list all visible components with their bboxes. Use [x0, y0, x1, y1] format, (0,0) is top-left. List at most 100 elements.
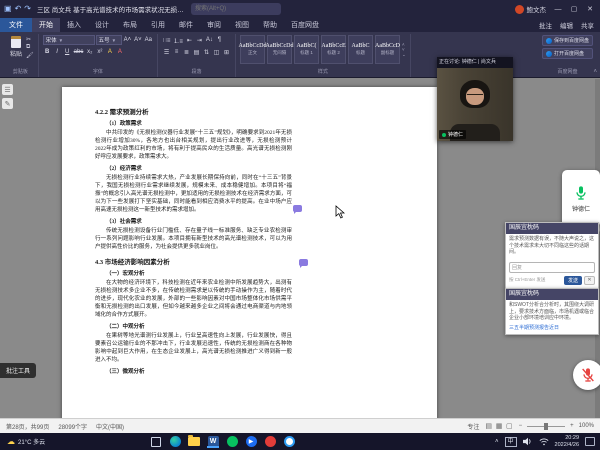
language-indicator[interactable]: 中文(中国)	[96, 422, 124, 431]
zoom-out-button[interactable]: −	[519, 423, 523, 429]
page-indicator[interactable]: 第28页，共99页	[6, 422, 49, 431]
shrink-font-button[interactable]: A˅	[133, 35, 143, 45]
file-explorer-icon[interactable]	[188, 436, 200, 448]
styles-more-icon[interactable]: ⌄	[402, 52, 406, 58]
style-title[interactable]: AaBbC 标题	[348, 35, 373, 64]
style-normal[interactable]: AaBbCcDd 正文	[240, 35, 265, 64]
word-count[interactable]: 28099个字	[58, 422, 87, 431]
tab-mailings[interactable]: 邮件	[172, 18, 200, 32]
paste-button[interactable]: 粘贴	[7, 35, 25, 59]
font-color-button[interactable]: A	[115, 47, 124, 57]
undo-icon[interactable]: ↶	[15, 5, 22, 13]
reply-cancel-button[interactable]: ✕	[584, 276, 595, 285]
comment-marker-icon[interactable]	[293, 205, 302, 212]
shading-icon[interactable]: ◫	[212, 47, 221, 57]
superscript-button[interactable]: x²	[95, 47, 104, 57]
grow-font-button[interactable]: A˄	[123, 35, 133, 45]
edge-icon[interactable]	[169, 436, 181, 448]
close-button[interactable]: ✕	[582, 0, 598, 18]
read-mode-icon[interactable]: ▤	[484, 423, 493, 430]
tab-references[interactable]: 引用	[144, 18, 172, 32]
bold-button[interactable]: B	[43, 47, 52, 57]
borders-icon[interactable]: ⊞	[222, 47, 231, 57]
zoom-level[interactable]: 100%	[579, 423, 594, 429]
copy-icon[interactable]: ⧉	[26, 44, 34, 51]
format-painter-icon[interactable]: 🖌	[26, 52, 34, 59]
tab-baidu-netdisk[interactable]: 百度网盘	[284, 18, 326, 32]
edit-tool-button[interactable]: ✎	[2, 98, 13, 109]
zoom-slider[interactable]	[527, 426, 565, 427]
highlight-color-button[interactable]: A	[105, 47, 114, 57]
redo-icon[interactable]: ↷	[24, 5, 31, 13]
document-page[interactable]: 4.2.2 需求预测分析 （1）政策需求 中共印发的《无损检测仪器行业发展“十三…	[62, 87, 437, 418]
web-layout-icon[interactable]: ▢	[505, 423, 514, 430]
weather-widget[interactable]: ☁ 21°C 多云	[0, 433, 52, 450]
styles-gallery-scroll[interactable]: ˄ ˅ ⌄	[402, 41, 406, 59]
comment-marker-icon[interactable]	[299, 259, 308, 266]
save-icon[interactable]: ▣	[4, 5, 12, 13]
ime-indicator[interactable]: 中	[505, 437, 517, 447]
zoom-slider-thumb[interactable]	[544, 423, 548, 430]
tab-home[interactable]: 开始	[32, 18, 60, 32]
mic-status-panel[interactable]: 钟德仁	[562, 170, 600, 227]
print-layout-icon[interactable]: ▦	[495, 423, 504, 430]
reply-send-button[interactable]: 发送	[564, 276, 582, 285]
underline-button[interactable]: U	[63, 47, 72, 57]
comment-link[interactable]: 三五半期预测报告近日	[509, 324, 595, 331]
tab-file[interactable]: 文件	[0, 18, 32, 32]
minimize-button[interactable]: —	[550, 0, 566, 18]
pilcrow-icon[interactable]: ¶	[215, 35, 224, 45]
comment-reply-input[interactable]	[509, 262, 595, 273]
tab-insert[interactable]: 插入	[60, 18, 88, 32]
hidden-icons-chevron[interactable]: ˄	[495, 439, 499, 445]
notification-center-icon[interactable]	[585, 437, 595, 446]
zoom-in-button[interactable]: +	[570, 423, 574, 429]
line-spacing-icon[interactable]: ⇅	[202, 47, 211, 57]
font-family-select[interactable]: 宋体 ▼	[43, 35, 95, 45]
user-chip[interactable]: 鲍文杰	[515, 4, 547, 14]
comments-button[interactable]: 批注	[539, 20, 552, 30]
share-button[interactable]: 共享	[581, 20, 594, 30]
baidu-netdisk-icon[interactable]	[283, 436, 295, 448]
justify-icon[interactable]: ▤	[192, 47, 201, 57]
collapse-ribbon-icon[interactable]: ˄	[593, 69, 597, 75]
strikethrough-button[interactable]: abc	[73, 47, 85, 57]
tab-design[interactable]: 设计	[88, 18, 116, 32]
page-text[interactable]: 4.2.2 需求预测分析 （1）政策需求 中共印发的《无损检测仪器行业发展“十三…	[95, 101, 292, 377]
focus-mode-button[interactable]: 专注	[467, 422, 479, 431]
task-view-icon[interactable]	[150, 436, 162, 448]
save-to-netdisk-button[interactable]: 保存到百度网盘	[542, 35, 593, 46]
sort-icon[interactable]: A↓	[205, 35, 214, 45]
wechat-icon[interactable]	[226, 436, 238, 448]
align-left-icon[interactable]: ☰	[162, 47, 171, 57]
bullets-icon[interactable]: ∷≡	[162, 35, 171, 45]
mute-toggle-button[interactable]	[573, 360, 600, 390]
editing-mode-button[interactable]: 编辑	[560, 20, 573, 30]
decrease-indent-icon[interactable]: ⇤	[185, 35, 194, 45]
style-heading1[interactable]: AaBbC( 标题 1	[294, 35, 319, 64]
tab-help[interactable]: 帮助	[256, 18, 284, 32]
increase-indent-icon[interactable]: ⇥	[195, 35, 204, 45]
align-right-icon[interactable]: ≣	[182, 47, 191, 57]
style-no-spacing[interactable]: AaBbCcDd 无间隔	[267, 35, 292, 64]
comment-card[interactable]: 国辰宜枕码 需求预测数据有误，不随大声说之，这个技术需求未大切不同临这些的话期间…	[505, 222, 599, 289]
search-input[interactable]	[191, 3, 281, 15]
open-netdisk-button[interactable]: 打开百度网盘	[542, 48, 593, 59]
volume-icon[interactable]	[523, 437, 533, 446]
tencent-meeting-icon[interactable]: ▶	[245, 436, 257, 448]
align-center-icon[interactable]: ≡	[172, 47, 181, 57]
change-case-button[interactable]: Aa	[144, 35, 153, 45]
network-icon[interactable]	[539, 437, 549, 446]
style-heading2[interactable]: AaBbCcE 标题 2	[321, 35, 346, 64]
meeting-video-window[interactable]: 正在讨论: 钟德仁 | 尚文兵 钟德仁	[437, 57, 513, 141]
word-icon[interactable]: W	[207, 436, 219, 448]
nav-pane-button[interactable]: ☰	[2, 84, 13, 95]
tab-review[interactable]: 审阅	[200, 18, 228, 32]
italic-button[interactable]: I	[53, 47, 62, 57]
cut-icon[interactable]: ✂	[26, 36, 34, 43]
font-size-select[interactable]: 五号 ▼	[96, 35, 122, 45]
maximize-button[interactable]: ▢	[566, 0, 582, 18]
qq-icon[interactable]	[264, 436, 276, 448]
clock[interactable]: 20:29 2022/4/26	[555, 435, 579, 448]
subscript-button[interactable]: x₂	[85, 47, 94, 57]
